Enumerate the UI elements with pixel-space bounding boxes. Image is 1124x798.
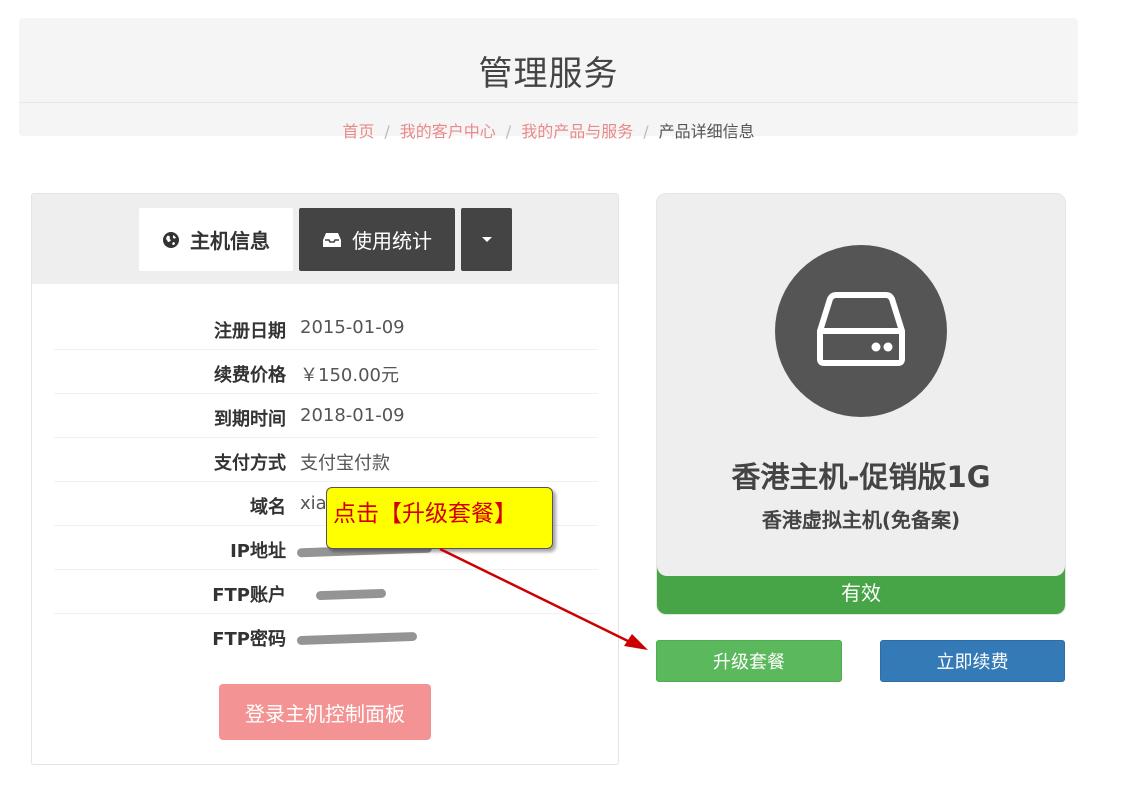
tab-bar: 主机信息 使用统计: [32, 194, 618, 284]
breadcrumb-current: 产品详细信息: [658, 122, 755, 141]
tab-more-dropdown[interactable]: [461, 208, 512, 271]
breadcrumb-client-center[interactable]: 我的客户中心: [400, 122, 496, 141]
renew-price-label: 续费价格: [214, 365, 286, 386]
ftp-user-label: FTP账户: [212, 585, 286, 606]
renew-price-value: ￥150.00元: [300, 365, 399, 386]
reg-date-value: 2015-01-09: [300, 317, 405, 338]
breadcrumb-separator: /: [643, 122, 649, 141]
inbox-icon: [322, 232, 342, 248]
breadcrumb-home[interactable]: 首页: [342, 122, 374, 141]
domain-value: xia: [300, 493, 327, 514]
host-info-panel: 主机信息 使用统计 注册日期 2015-01-09 续费价格 ￥150.00元 …: [31, 193, 619, 765]
info-row-payment: 支付方式 支付宝付款: [54, 438, 598, 482]
page-title: 管理服务: [478, 54, 619, 94]
ftp-password-label: FTP密码: [212, 629, 286, 650]
payment-label: 支付方式: [214, 453, 286, 474]
caret-down-icon: [481, 237, 492, 242]
product-card: 香港主机-促销版1G 香港虚拟主机(免备案) 有效: [656, 193, 1066, 615]
product-name: 香港主机-促销版1G: [731, 460, 991, 494]
status-badge: 有效: [657, 562, 1065, 614]
info-row-expire-date: 到期时间 2018-01-09: [54, 394, 598, 438]
globe-icon: [162, 231, 180, 249]
info-row-ftp-password: FTP密码: [54, 614, 598, 658]
product-icon-circle: [775, 245, 947, 417]
page-header: 管理服务 首页 / 我的客户中心 / 我的产品与服务 / 产品详细信息: [19, 18, 1078, 141]
tab-usage-stats-label: 使用统计: [352, 229, 432, 253]
info-row-renew-price: 续费价格 ￥150.00元: [54, 350, 598, 394]
status-label: 有效: [841, 581, 881, 605]
info-row-ftp-user: FTP账户: [54, 570, 598, 614]
breadcrumb-products-services[interactable]: 我的产品与服务: [521, 122, 633, 141]
login-control-panel-button[interactable]: 登录主机控制面板: [219, 684, 431, 740]
breadcrumb: 首页 / 我的客户中心 / 我的产品与服务 / 产品详细信息: [19, 118, 1078, 142]
redaction-scribble: [315, 588, 387, 601]
tab-host-info-label: 主机信息: [190, 229, 270, 253]
callout-annotation: 点击【升级套餐】: [326, 487, 553, 549]
domain-label: 域名: [250, 497, 286, 518]
info-row-reg-date: 注册日期 2015-01-09: [54, 306, 598, 350]
product-type: 香港虚拟主机(免备案): [761, 508, 961, 532]
header-divider: [19, 102, 1078, 103]
ip-label: IP地址: [230, 541, 286, 562]
breadcrumb-separator: /: [384, 122, 390, 141]
expire-date-value: 2018-01-09: [300, 405, 405, 426]
breadcrumb-separator: /: [505, 122, 512, 141]
tab-host-info[interactable]: 主机信息: [139, 208, 293, 271]
upgrade-plan-button[interactable]: 升级套餐: [656, 640, 842, 682]
reg-date-label: 注册日期: [214, 321, 286, 342]
renew-now-button[interactable]: 立即续费: [880, 640, 1065, 682]
payment-value: 支付宝付款: [300, 453, 390, 474]
tab-usage-stats[interactable]: 使用统计: [299, 208, 455, 271]
expire-date-label: 到期时间: [214, 409, 286, 430]
hard-drive-icon: [816, 291, 906, 371]
redaction-scribble: [296, 631, 418, 646]
